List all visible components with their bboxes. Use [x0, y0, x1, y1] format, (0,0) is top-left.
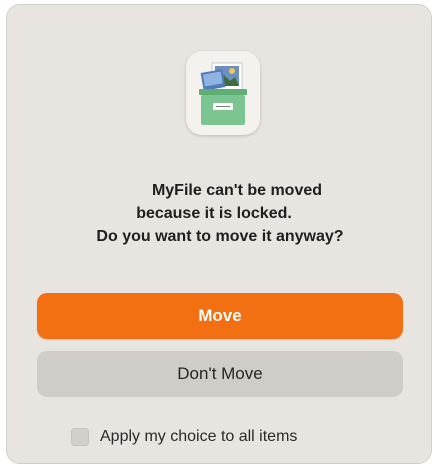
- move-button-label: Move: [198, 306, 242, 325]
- dialog-message: MyFile can't be moved because it is lock…: [7, 179, 433, 248]
- move-confirmation-dialog: MyFile can't be moved because it is lock…: [6, 4, 432, 464]
- locked-file-icon: [186, 51, 260, 135]
- move-button[interactable]: Move: [37, 293, 403, 339]
- apply-to-all-option[interactable]: Apply my choice to all items: [71, 425, 297, 449]
- apply-to-all-checkbox[interactable]: [71, 428, 89, 446]
- dont-move-button[interactable]: Don't Move: [37, 351, 403, 397]
- message-line-3: Do you want to move it anyway?: [96, 228, 344, 245]
- dont-move-button-label: Don't Move: [177, 364, 263, 383]
- apply-to-all-label[interactable]: Apply my choice to all items: [100, 428, 297, 446]
- message-line-1: MyFile can't be moved: [151, 182, 323, 199]
- message-line-2: because it is locked.: [136, 205, 292, 222]
